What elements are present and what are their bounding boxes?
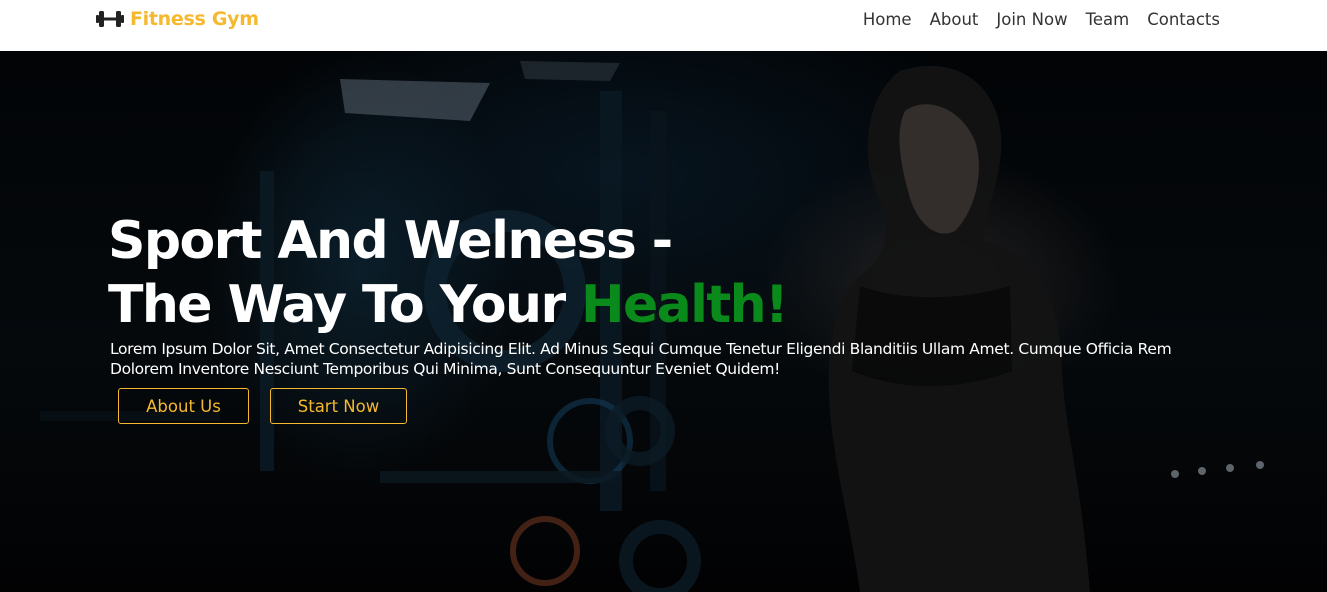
nav-link-about[interactable]: About	[930, 9, 979, 31]
nav-link-team[interactable]: Team	[1086, 9, 1130, 31]
hero-section: Sport And Welness - The Way To Your Heal…	[0, 51, 1327, 592]
hero-title-line1: Sport And Welness -	[108, 211, 673, 271]
navbar: Fitness Gym Home About Join Now Team Con…	[0, 0, 1327, 51]
start-now-button[interactable]: Start Now	[270, 388, 407, 424]
main-nav: Home About Join Now Team Contacts	[863, 9, 1220, 31]
about-us-button[interactable]: About Us	[118, 388, 249, 424]
hero-title-accent: Health!	[581, 275, 789, 335]
hero-title-line2: The Way To Your	[108, 275, 582, 335]
hero-title: Sport And Welness - The Way To Your Heal…	[108, 209, 1008, 337]
brand-logo-link[interactable]: Fitness Gym	[96, 6, 259, 32]
dumbbell-icon	[96, 11, 124, 27]
hero-description: Lorem Ipsum Dolor Sit, Amet Consectetur …	[110, 340, 1172, 378]
nav-link-contacts[interactable]: Contacts	[1147, 9, 1220, 31]
brand-name: Fitness Gym	[130, 8, 259, 30]
nav-link-home[interactable]: Home	[863, 9, 912, 31]
nav-link-join-now[interactable]: Join Now	[996, 9, 1067, 31]
